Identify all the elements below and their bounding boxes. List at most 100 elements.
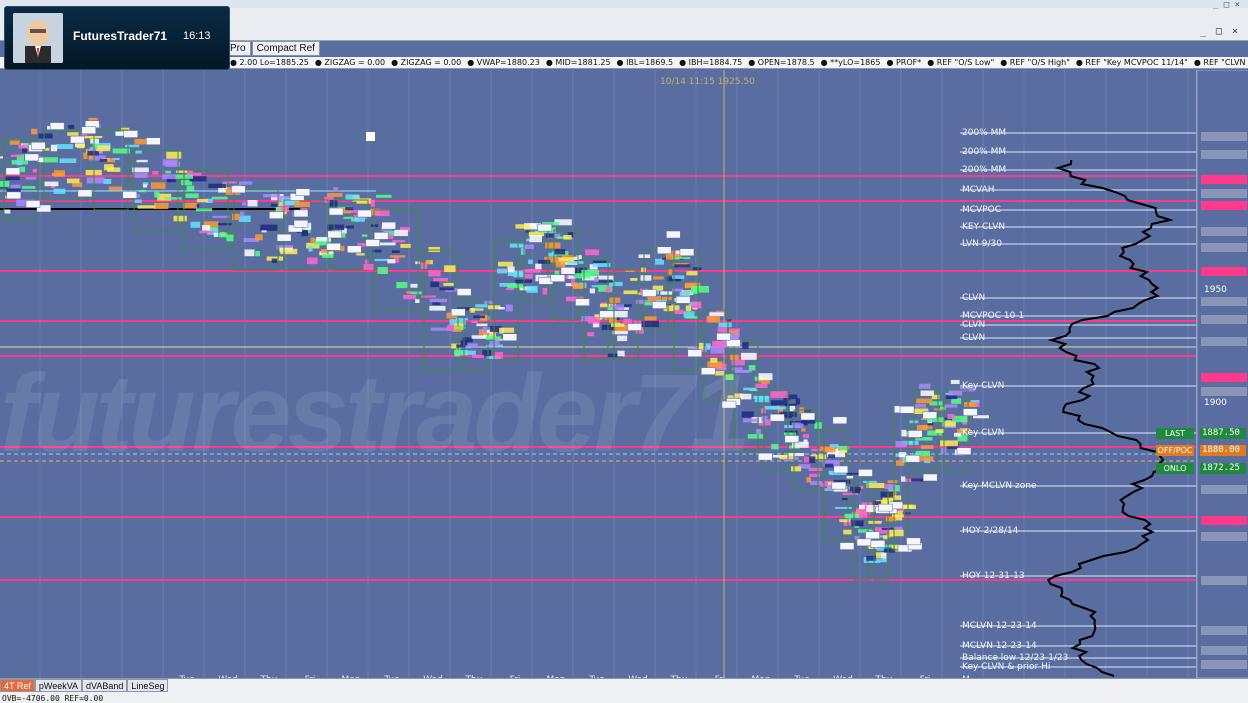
profile-print: [150, 182, 166, 189]
profile-print: [182, 202, 197, 209]
profile-print: [916, 398, 933, 404]
profile-print: [851, 520, 864, 527]
profile-print: [232, 213, 240, 221]
profile-print: [10, 184, 21, 189]
indicator-item: ● PROF*: [886, 58, 922, 67]
profile-print: [587, 317, 600, 324]
profile-print: [322, 254, 334, 258]
tab-4t-ref[interactable]: 4T Ref: [0, 679, 35, 692]
profile-print: [757, 373, 773, 381]
profile-print: [802, 433, 810, 439]
profile-print: [758, 379, 763, 383]
profile-print: [87, 150, 99, 156]
profile-print: [363, 263, 375, 270]
profile-print: [554, 249, 566, 255]
profile-print: [717, 327, 727, 333]
profile-print: [375, 194, 392, 198]
profile-print: [190, 221, 201, 228]
profile-print: [212, 215, 230, 218]
profile-print: [143, 184, 148, 188]
axis-level-box: [1201, 660, 1247, 669]
ref-level-label: Key MCLVN zone: [962, 481, 1037, 491]
tab-lineseg[interactable]: LineSeg: [127, 679, 169, 692]
profile-print: [439, 287, 455, 291]
price-axis[interactable]: [1196, 69, 1248, 679]
price-tag: [832, 416, 848, 425]
price-chart[interactable]: futurestrader71: [0, 70, 1196, 678]
profile-print: [443, 282, 454, 286]
profile-print: [387, 259, 396, 264]
profile-print: [661, 296, 672, 301]
axis-tag: LAST: [1156, 428, 1194, 439]
profile-print: [361, 234, 369, 237]
profile-print: [823, 447, 836, 453]
profile-print: [686, 270, 699, 276]
profile-print: [563, 234, 572, 240]
profile-print: [943, 404, 958, 408]
profile-print: [199, 230, 214, 234]
profile-print: [103, 178, 112, 185]
price-tag: [726, 339, 741, 347]
axis-tag-value: 1880.00: [1200, 445, 1246, 456]
profile-print: [96, 145, 111, 152]
profile-print: [396, 281, 408, 289]
tab-pweekva[interactable]: pWeekVA: [34, 679, 83, 692]
profile-print: [846, 475, 854, 479]
axis-level-box: [1201, 576, 1247, 585]
profile-print: [545, 242, 561, 249]
profile-print: [51, 172, 63, 176]
price-tag: [878, 503, 893, 512]
price-tag: [858, 469, 873, 477]
stream-time: 16:13: [183, 30, 211, 42]
profile-print: [898, 452, 907, 458]
toolbar-tabs: Pro Compact Ref: [225, 41, 321, 56]
profile-print: [406, 291, 412, 294]
profile-print: [356, 253, 365, 256]
profile-print: [165, 170, 171, 174]
profile-print: [558, 257, 575, 262]
profile-print: [152, 170, 159, 175]
tab-compact-ref[interactable]: Compact Ref: [251, 41, 320, 56]
profile-print: [811, 448, 821, 452]
window-controls[interactable]: _ □ ×: [1200, 26, 1240, 37]
profile-print: [53, 188, 66, 194]
profile-print: [239, 211, 245, 217]
profile-print: [192, 172, 202, 176]
profile-print: [760, 408, 767, 414]
profile-print: [545, 233, 555, 238]
indicator-item: ● REF "O/S High": [1000, 58, 1070, 67]
price-tag: [146, 137, 161, 145]
profile-print: [162, 159, 179, 166]
profile-print: [390, 255, 406, 258]
profile-print: [50, 144, 58, 152]
axis-level-box: [1201, 189, 1247, 198]
profile-print: [0, 156, 3, 159]
profile-print: [597, 279, 613, 283]
profile-print: [139, 189, 146, 193]
profile-print: [841, 497, 848, 501]
profile-print: [310, 237, 315, 244]
profile-print: [940, 406, 946, 410]
profile-print: [59, 158, 77, 164]
profile-print: [308, 245, 313, 252]
cursor-readout: 10/14 11:15 1925.50: [660, 77, 755, 87]
profile-print: [520, 248, 526, 255]
axis-tag: OFF/POC: [1156, 445, 1194, 456]
price-tag: [642, 289, 657, 297]
profile-print: [137, 205, 156, 209]
profile-print: [607, 307, 613, 311]
profile-print: [589, 288, 596, 294]
profile-print: [660, 291, 673, 295]
tab-dvaband[interactable]: dVABand: [82, 679, 128, 692]
profile-print: [573, 273, 591, 279]
profile-print: [370, 199, 375, 207]
price-tag: [652, 301, 667, 309]
window-controls-top[interactable]: _ □ ×: [1213, 0, 1240, 10]
price-tag: [833, 465, 849, 474]
profile-print: [640, 275, 652, 281]
price-tag: [365, 239, 380, 247]
profile-print: [605, 286, 612, 293]
price-tag: [357, 209, 372, 218]
profile-print: [88, 117, 98, 121]
profile-print: [839, 449, 848, 453]
